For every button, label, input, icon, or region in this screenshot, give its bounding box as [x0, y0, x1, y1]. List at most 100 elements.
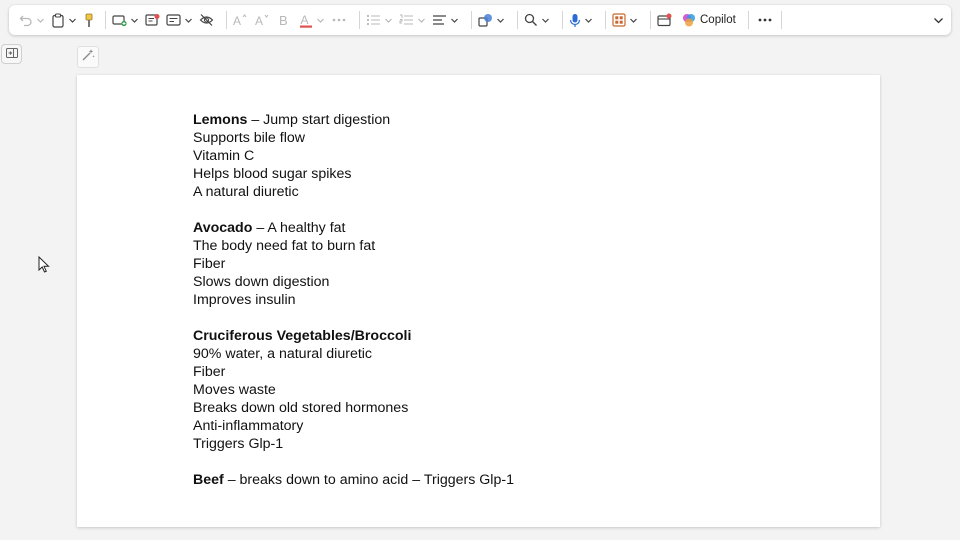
microphone-icon — [569, 13, 581, 28]
add-page-button[interactable] — [657, 8, 672, 32]
bullet-list-icon — [366, 13, 381, 27]
navigation-toggle-button[interactable] — [1, 44, 22, 64]
more-text-options-button[interactable] — [331, 8, 347, 32]
note-line[interactable]: Anti-inflammatory — [193, 417, 514, 435]
hide-authors-button[interactable] — [199, 8, 214, 32]
section-heading-line[interactable]: Lemons – Jump start digestion — [193, 111, 514, 129]
toolbar-divider — [471, 11, 472, 29]
clipboard-icon — [51, 12, 65, 28]
note-section: Lemons – Jump start digestion Supports b… — [193, 111, 514, 201]
svg-text:A: A — [255, 14, 263, 27]
toolbar-divider — [517, 11, 518, 29]
shapes-button[interactable] — [478, 8, 511, 32]
find-button[interactable] — [524, 8, 556, 32]
chevron-down-icon — [542, 18, 549, 23]
copilot-label: Copilot — [700, 14, 736, 26]
toolbar-divider — [226, 11, 227, 29]
note-section: Avocado – A healthy fat The body need fa… — [193, 219, 514, 309]
toolbar-divider — [605, 11, 606, 29]
search-icon — [524, 13, 538, 27]
section-heading-suffix: – Jump start digestion — [247, 112, 391, 128]
toolbar-divider — [650, 11, 651, 29]
section-heading-line[interactable]: Cruciferous Vegetables/Broccoli — [193, 327, 514, 345]
note-line[interactable]: Triggers Glp-1 — [193, 435, 514, 453]
section-heading-line[interactable]: Avocado – A healthy fat — [193, 219, 514, 237]
note-line[interactable]: A natural diuretic — [193, 183, 514, 201]
font-size-down-icon: A — [255, 13, 269, 27]
paste-button[interactable] — [51, 8, 83, 32]
undo-icon — [19, 13, 33, 27]
toolbar-divider — [780, 11, 782, 29]
copilot-button[interactable]: Copilot — [682, 8, 742, 32]
note-line[interactable]: Vitamin C — [193, 147, 514, 165]
note-line[interactable]: The body need fat to burn fat — [193, 237, 514, 255]
svg-text:A: A — [301, 13, 309, 27]
bullets-button[interactable] — [366, 8, 399, 32]
more-options-icon — [757, 13, 773, 27]
hide-icon — [199, 13, 214, 27]
format-painter-button[interactable] — [83, 8, 95, 32]
numbering-button[interactable] — [399, 8, 432, 32]
collapse-icon — [933, 15, 944, 26]
undo-button[interactable] — [19, 8, 51, 32]
note-section: Beef – breaks down to amino acid – Trigg… — [193, 471, 514, 489]
blank-line[interactable] — [193, 309, 514, 327]
decrease-font-button[interactable]: A — [255, 8, 269, 32]
toolbar-divider — [747, 11, 749, 29]
chevron-down-icon — [497, 18, 504, 23]
bold-button[interactable]: B — [279, 8, 290, 32]
blank-line[interactable] — [193, 453, 514, 471]
shapes-icon — [478, 13, 493, 27]
note-line[interactable]: 90% water, a natural diuretic — [193, 345, 514, 363]
chevron-down-icon — [418, 18, 425, 23]
chevron-down-icon — [131, 18, 138, 23]
form-icon — [166, 13, 181, 27]
note-line[interactable]: Improves insulin — [193, 291, 514, 309]
section-heading-line[interactable]: Beef – breaks down to amino acid – Trigg… — [193, 471, 514, 489]
blank-line[interactable] — [193, 201, 514, 219]
align-button[interactable] — [432, 8, 465, 32]
note-line[interactable]: Supports bile flow — [193, 129, 514, 147]
sticky-note-icon — [145, 13, 160, 27]
font-size-up-icon: A — [233, 13, 247, 27]
toolbar-divider — [359, 11, 360, 29]
sticky-note-button[interactable] — [145, 8, 160, 32]
toolbar-divider — [105, 11, 106, 29]
numbered-list-icon — [399, 13, 414, 27]
collapse-ribbon-button[interactable] — [933, 8, 944, 32]
increase-font-button[interactable]: A — [233, 8, 247, 32]
section-heading: Beef — [193, 472, 224, 488]
section-heading: Cruciferous Vegetables/Broccoli — [193, 328, 412, 344]
more-options-button[interactable] — [757, 8, 773, 32]
insert-icon — [112, 13, 127, 27]
font-color-button[interactable]: A — [300, 8, 331, 32]
insert-button[interactable] — [112, 8, 145, 32]
svg-text:A: A — [233, 14, 241, 27]
copilot-icon — [682, 13, 696, 27]
toolbar-divider — [562, 11, 563, 29]
chevron-down-icon — [37, 18, 44, 23]
chevron-down-icon — [185, 18, 192, 23]
align-icon — [432, 13, 447, 27]
note-content[interactable]: Lemons – Jump start digestion Supports b… — [193, 111, 514, 489]
dictate-button[interactable] — [569, 8, 599, 32]
chevron-down-icon — [585, 18, 592, 23]
more-icon — [331, 13, 347, 27]
note-line[interactable]: Moves waste — [193, 381, 514, 399]
section-heading-suffix: – A healthy fat — [252, 220, 346, 236]
bold-icon: B — [279, 13, 290, 27]
format-painter-icon — [83, 13, 95, 28]
mouse-pointer-icon — [38, 255, 50, 278]
font-color-icon: A — [300, 13, 313, 28]
add-ins-button[interactable] — [612, 8, 644, 32]
note-line[interactable]: Helps blood sugar spikes — [193, 165, 514, 183]
note-line[interactable]: Slows down digestion — [193, 273, 514, 291]
form-button[interactable] — [166, 8, 199, 32]
note-line[interactable]: Breaks down old stored hormones — [193, 399, 514, 417]
chevron-down-icon — [317, 18, 324, 23]
note-line[interactable]: Fiber — [193, 363, 514, 381]
note-page[interactable]: Lemons – Jump start digestion Supports b… — [77, 75, 880, 527]
chevron-down-icon — [69, 18, 76, 23]
note-line[interactable]: Fiber — [193, 255, 514, 273]
rewrite-button[interactable] — [77, 46, 99, 68]
